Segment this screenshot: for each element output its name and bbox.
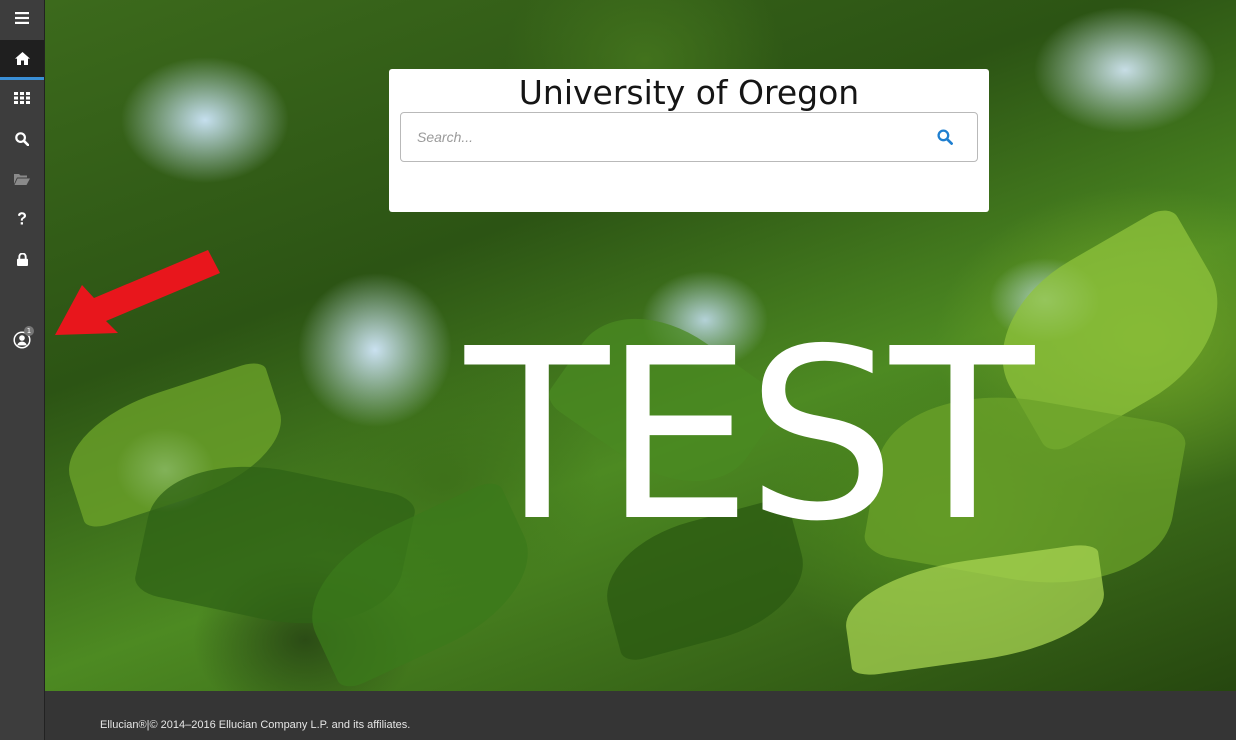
sidebar-item-user[interactable]: 1 (0, 322, 44, 358)
sidebar: 1 (0, 0, 45, 740)
sidebar-item-home[interactable] (0, 40, 44, 80)
menu-toggle-button[interactable] (0, 0, 44, 36)
red-arrow-annotation (55, 250, 220, 335)
search-icon (15, 132, 29, 146)
sidebar-item-apps[interactable] (0, 80, 44, 116)
hamburger-menu-icon (15, 12, 29, 24)
sidebar-item-recent[interactable] (0, 161, 44, 197)
search-input[interactable] (401, 112, 923, 162)
hero-overlay-text: TEST (465, 298, 1034, 573)
sidebar-item-search[interactable] (0, 121, 44, 157)
grid-icon (14, 92, 30, 104)
question-icon (18, 212, 26, 225)
footer: Ellucian®|© 2014–2016 Ellucian Company L… (45, 691, 1236, 740)
app-window: 1 TEST University of Oregon Search... El… (0, 0, 1236, 740)
copyright-text: Ellucian®|© 2014–2016 Ellucian Company L… (100, 719, 411, 731)
search-box (400, 112, 978, 162)
search-card: University of Oregon (389, 69, 989, 212)
home-icon (14, 52, 30, 65)
folder-open-icon (14, 174, 30, 185)
search-icon (937, 129, 953, 145)
notification-badge: 1 (24, 326, 34, 336)
search-submit-button[interactable] (923, 113, 967, 161)
institution-title: University of Oregon (518, 73, 860, 112)
sidebar-item-help[interactable] (0, 201, 44, 237)
sidebar-item-lock[interactable] (0, 241, 44, 277)
lock-icon (16, 252, 28, 266)
